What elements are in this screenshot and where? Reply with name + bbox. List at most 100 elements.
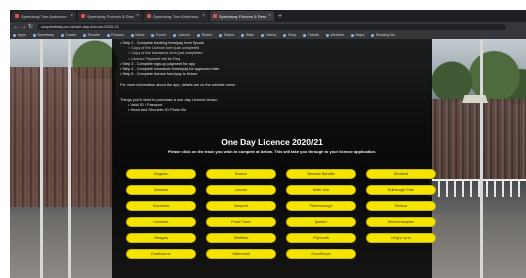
bookmark-item[interactable]: Maps [351,33,364,37]
browser-tab[interactable]: Speedway Tom Anderson - Offic × [144,11,208,21]
bookmark-item[interactable]: Tracks [61,33,76,37]
close-tab-icon[interactable]: × [136,13,139,19]
bookmark-label: Maps [355,33,365,37]
tab-label: Speedway Fixtures & Results [87,13,135,19]
bookmark-item[interactable]: Shop [283,33,296,37]
track-button[interactable]: Lincoln [206,185,276,195]
tab-label: Speedway Fixtures & Results [219,13,267,19]
track-button[interactable]: Mildenhall [206,249,276,259]
bookmark-item[interactable]: Stats [241,33,254,37]
track-button[interactable]: Somerset [126,201,196,211]
bookmark-label: News [135,33,145,37]
tab-label: Speedway Tom Anderson - Offic [21,13,68,19]
bookmark-icon [371,33,375,37]
bookmark-item[interactable]: News [130,33,145,37]
track-button[interactable]: Buxton [206,169,276,179]
bookmark-icon [325,33,329,37]
requirements: Things you'll need to purchase a one day… [120,97,420,113]
tab-favicon-icon [81,14,85,18]
browser-tab[interactable]: Speedway Fixtures & Results × [78,11,142,21]
steps-list: • Step 2 - Complete booking form/pay fro… [120,41,420,77]
bookmark-item[interactable]: Videos [260,33,277,37]
bookmark-icon [219,33,223,37]
bookmark-label: Shop [287,33,297,37]
browser-tab-active[interactable]: Speedway Fixtures & Results × [210,11,274,21]
track-button[interactable]: Newport [206,201,276,211]
track-button[interactable]: Poole Town [206,217,276,227]
track-button[interactable]: Belle Vue [286,185,356,195]
bookmark-item[interactable]: Weather [325,33,345,37]
background-pole [480,39,483,278]
track-button[interactable]: Swindon [126,185,196,195]
tab-favicon-icon [213,14,217,18]
track-button[interactable]: Stratford [366,169,436,179]
close-tab-icon[interactable]: × [202,13,205,19]
new-tab-button[interactable]: + [278,13,282,20]
bookmark-label: Teams [223,33,235,37]
bookmark-icon [283,33,287,37]
bookmark-icon [61,33,64,37]
reload-icon[interactable]: ↻ [27,23,34,30]
bookmark-label: Tickets [307,33,319,37]
bookmark-icon [241,33,245,37]
bookmark-item[interactable]: Fixtures [106,33,124,37]
track-button[interactable]: Berwick Bandits [286,169,356,179]
browser-toolbar: ← → ↻ ukspeedway.co.uk/one-day-licence-2… [10,22,526,31]
bookmark-label: Results [87,33,100,37]
track-button[interactable]: Edinburgh Park [366,185,436,195]
bookmark-item[interactable]: Results [83,33,100,37]
browser-tab[interactable]: Speedway Tom Anderson - Offic × [12,11,76,21]
back-icon[interactable]: ← [13,24,20,30]
bookmark-item[interactable]: Reading list [371,33,395,37]
bookmark-icon [13,33,16,37]
browser-window: Speedway Tom Anderson - Offic × Speedway… [0,0,526,278]
web-page: • Step 2 - Complete booking form/pay fro… [10,39,526,278]
address-bar[interactable]: ukspeedway.co.uk/one-day-licence-2020-21 [37,23,506,30]
bookmark-label: Stats [245,33,254,37]
track-button[interactable]: Leicester [126,217,196,227]
tab-favicon-icon [15,14,19,18]
bookmark-icon [106,33,110,37]
track-button[interactable]: Sheffield [206,233,276,243]
track-button[interactable]: Glasgow [126,233,196,243]
bookmark-label: Riders [201,33,213,37]
track-button[interactable]: Wolverhampton [366,217,436,227]
bookmark-item[interactable]: Teams [219,33,234,37]
bookmark-item[interactable]: Speedway [32,33,54,37]
track-button[interactable]: King's Lynn [366,233,436,243]
close-tab-icon[interactable]: × [268,13,271,19]
track-button[interactable]: Redcar [366,201,436,211]
step-item: • Step 5 - Complete licence form/pay to … [120,72,198,77]
track-button[interactable]: Plymouth [286,233,356,243]
bookmark-item[interactable]: Apps [13,33,26,37]
bookmark-label: Videos [265,33,277,37]
requirement-item: • Head and Shoulder ID Photo file [128,107,187,113]
bookmark-label: Weather [330,33,345,37]
tab-label: Speedway Tom Anderson - Offic [153,13,200,19]
track-button[interactable]: Peterborough [286,201,356,211]
background-crowd [430,99,526,179]
bookmark-item[interactable]: Riders [197,33,212,37]
close-tab-icon[interactable]: × [70,13,73,19]
bookmark-icon [351,33,355,37]
background-pole [40,39,43,278]
bookmark-label: Forum [155,33,167,37]
track-button[interactable]: Ipswich [286,217,356,227]
bookmarks-bar: Apps Speedway Tracks Results Fixtures News For… [10,31,526,39]
bookmark-label: Speedway [37,33,54,37]
licence-panel: • Step 2 - Complete booking form/pay fro… [112,39,436,278]
bookmark-item[interactable]: Forum [151,33,166,37]
track-button[interactable]: Eastbourne [126,249,196,259]
track-button[interactable]: Scunthorpe [286,249,356,259]
track-button[interactable]: Kingston [126,169,196,179]
bookmark-icon [260,33,264,37]
bookmark-item[interactable]: Licence [173,33,190,37]
bookmark-icon [130,33,134,37]
bookmark-item[interactable]: Tickets [303,33,319,37]
bookmark-label: Fixtures [111,33,124,37]
bookmark-label: Apps [17,33,26,37]
bookmark-icon [151,33,155,37]
forward-icon[interactable]: → [20,24,27,30]
info-text: For more information about the app, deta… [120,83,236,87]
tab-favicon-icon [147,14,151,18]
